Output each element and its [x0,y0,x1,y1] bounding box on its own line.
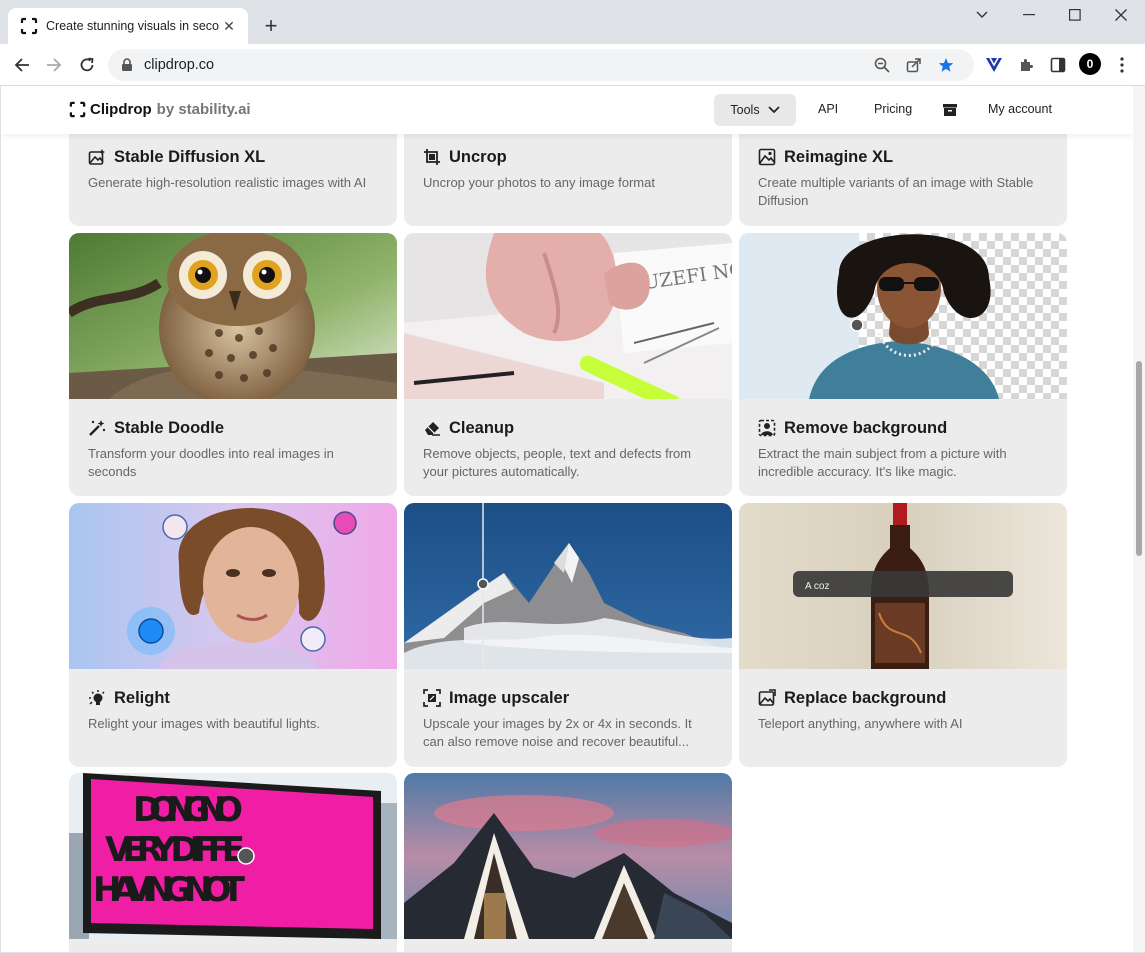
card-title-row: Relight [88,687,380,709]
clipdrop-favicon-icon [20,17,38,35]
clipdrop-logo-icon [69,101,86,118]
pricing-link[interactable]: Pricing [874,102,912,116]
tool-card-reimagine-xl[interactable]: Reimagine XL Create multiple variants of… [739,122,1067,226]
card-title-row: Cleanup [423,417,715,439]
crop-icon [424,149,440,165]
extensions-puzzle-icon[interactable] [1012,51,1040,79]
archive-icon[interactable] [942,102,958,118]
close-window-icon[interactable] [1098,0,1144,30]
tools-menu-button[interactable]: Tools [714,94,796,126]
card-title: Stable Diffusion XL [114,147,266,166]
remove-background-icon [758,419,776,437]
page-scrollbar[interactable] [1133,86,1145,952]
tool-card-stable-diffusion-xl[interactable]: Stable Diffusion XL Generate high-resolu… [69,122,397,226]
image-variants-icon [758,148,776,166]
browser-tab[interactable]: Create stunning visuals in seco ✕ [8,8,248,44]
card-title-row: Stable Diffusion XL [88,146,380,168]
url-text: clipdrop.co [144,57,215,73]
tools-label: Tools [730,103,760,117]
tool-card-text-remover[interactable]: DOING NO VERY DIFFE HAVING NOT [69,773,397,952]
profile-avatar[interactable]: 0 [1079,53,1101,75]
card-description: Create multiple variants of an image wit… [758,175,1034,208]
page-viewport: Clipdrop by stability.ai Tools API Prici… [1,86,1133,952]
card-title-row: Uncrop [423,146,715,168]
card-description: Teleport anything, anywhere with AI [758,716,963,731]
light-bulb-icon [89,690,105,705]
brand-byline: by stability.ai [156,101,251,118]
man-portrait-image [739,233,1067,399]
owl-image [69,233,397,399]
back-arrow-icon[interactable] [8,51,36,79]
api-link[interactable]: API [818,102,838,116]
cleanup-bag-image: YUZEFI NOODLES [404,233,732,399]
new-tab-button[interactable]: + [258,13,284,39]
tool-card-stable-doodle[interactable]: Stable Doodle Transform your doodles int… [69,233,397,496]
card-description: Uncrop your photos to any image format [423,175,655,190]
card-title: Cleanup [449,418,515,437]
tool-card-uncrop[interactable]: Uncrop Uncrop your photos to any image f… [404,122,732,226]
chevron-down-icon [767,106,780,114]
share-icon[interactable] [898,51,930,79]
tab-search-icon[interactable] [960,0,1004,30]
forward-arrow-icon[interactable] [40,51,68,79]
clipdrop-logo[interactable]: Clipdrop by stability.ai [69,101,251,118]
relight-portrait-image [69,503,397,669]
billboard-image: DOING NO VERY DIFFE HAVING NOT [69,773,397,939]
image-sparkle-icon [88,149,105,165]
billboard-line-2: VERY DIFFE [105,830,245,870]
card-description: Transform your doodles into real images … [88,446,334,479]
wine-bottle-image: A coz [739,503,1067,669]
tool-card-image-upscaler[interactable]: Image upscaler Upscale your images by 2x… [404,503,732,767]
tool-card-relight[interactable]: Relight Relight your images with beautif… [69,503,397,767]
side-panel-icon[interactable] [1044,51,1072,79]
billboard-line-1: DOING NO [133,790,243,830]
card-title: Remove background [784,418,948,437]
card-title: Uncrop [449,147,507,166]
scrollbar-thumb[interactable] [1136,361,1142,556]
tab-title: Create stunning visuals in seco [46,19,220,33]
replace-image-icon [758,689,776,706]
reload-icon[interactable] [73,51,101,79]
lock-icon [122,58,132,71]
card-title: Replace background [784,688,947,707]
card-title-row: Remove background [758,417,1050,439]
minimize-icon[interactable] [1006,0,1052,30]
zoom-icon[interactable] [866,51,898,79]
card-title-row: Reimagine XL [758,146,1050,168]
close-tab-icon[interactable]: ✕ [220,17,238,35]
card-title: Relight [114,688,170,707]
my-account-link[interactable]: My account [988,102,1052,116]
brand-name: Clipdrop [90,101,152,118]
mountain-image [404,503,732,669]
card-title-row: Image upscaler [423,687,715,709]
bookmark-star-icon[interactable] [930,51,962,79]
site-header: Clipdrop by stability.ai Tools API Prici… [1,86,1133,134]
upscale-icon [423,689,441,707]
card-title: Stable Doodle [114,418,225,437]
card-description: Remove objects, people, text and defects… [423,446,692,479]
address-bar[interactable]: clipdrop.co [108,49,974,81]
card-title-row: Replace background [758,687,1050,709]
tool-card-cleanup[interactable]: YUZEFI NOODLES Cleanup Remove objects, p… [404,233,732,496]
tool-card-house[interactable] [404,773,732,952]
card-description: Relight your images with beautiful light… [88,716,320,731]
card-title: Image upscaler [449,688,570,707]
card-title-row: Stable Doodle [88,417,380,439]
extension-v-icon[interactable] [980,51,1008,79]
maximize-icon[interactable] [1052,0,1098,30]
browser-menu-icon[interactable] [1108,51,1136,79]
card-description: Generate high-resolution realistic image… [88,175,367,190]
billboard-line-3: HAVING NOT [93,870,246,910]
card-description: Extract the main subject from a picture … [758,446,1007,479]
eraser-icon [425,422,440,436]
house-sunset-image [404,773,732,939]
tool-card-remove-background[interactable]: Remove background Extract the main subje… [739,233,1067,496]
card-description: Upscale your images by 2x or 4x in secon… [423,716,692,749]
browser-toolbar: clipdrop.co 0 [0,44,1145,86]
magic-wand-icon [89,420,106,436]
card-title: Reimagine XL [784,147,894,166]
prompt-input-text: A coz [805,581,829,592]
tool-card-replace-background[interactable]: A coz Replace background Teleport anythi… [739,503,1067,767]
browser-titlebar: Create stunning visuals in seco ✕ + [0,0,1145,44]
